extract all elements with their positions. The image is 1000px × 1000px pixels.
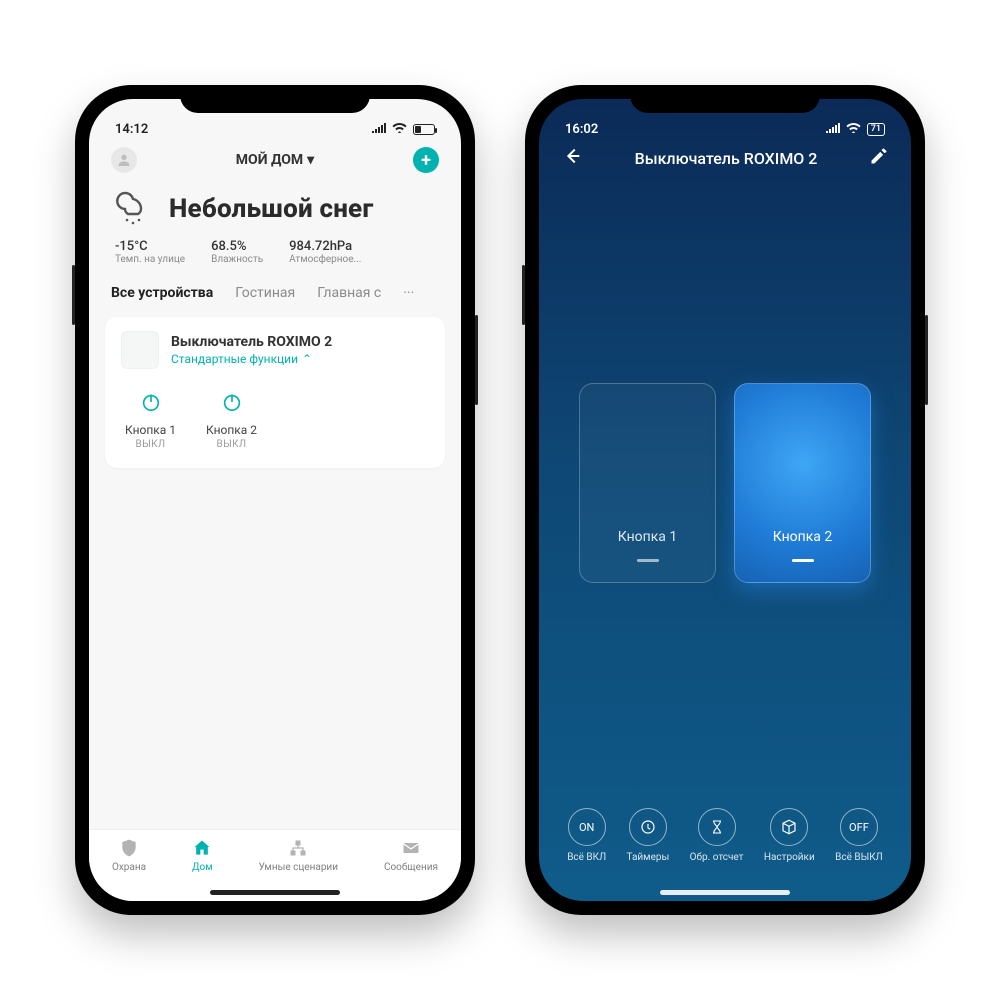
switch-indicator [792,559,814,562]
edit-button[interactable] [869,146,889,170]
switch-button-2-label: Кнопка 2 [773,529,833,545]
wifi-icon [392,122,407,137]
screen-home: 14:12 МОЙ ДОМ ▾ [89,99,461,901]
home-selector[interactable]: МОЙ ДОМ ▾ [236,152,314,168]
weather-snow-icon [111,187,155,231]
add-device-button[interactable]: + [413,147,439,173]
nav-security-label: Охрана [112,862,146,873]
switch-button-1-label: Кнопка 1 [618,529,678,545]
tabs-more[interactable]: ··· [403,285,414,301]
off-icon: OFF [840,808,878,846]
weather-humidity: 68.5% Влажность [211,239,263,265]
weather-temp: -15°C Темп. на улице [115,239,185,265]
action-countdown[interactable]: Обр. отсчет [690,808,744,863]
phone-right: 16:02 71 Выключатель ROXIM [525,85,925,915]
action-timers-label: Таймеры [627,852,670,863]
shield-icon [119,838,139,858]
action-all-off-label: Всё ВЫКЛ [835,852,883,863]
switch-button-1[interactable]: Кнопка 1 [579,383,716,583]
device-button-1-state: ВЫКЛ [125,439,176,450]
nav-home[interactable]: Дом [192,838,213,873]
notch [630,85,820,113]
switch-indicator [637,559,659,562]
tab-all-devices[interactable]: Все устройства [111,285,213,301]
appbar: МОЙ ДОМ ▾ + [89,139,461,177]
weather-temp-label: Темп. на улице [115,254,185,265]
battery-text: 71 [871,124,881,134]
weather-title: Небольшой снег [169,194,373,224]
action-countdown-label: Обр. отсчет [690,852,744,863]
device-card[interactable]: Выключатель ROXIMO 2 Стандартные функции… [105,317,445,468]
hourglass-icon [698,808,736,846]
weather-temp-value: -15°C [115,239,185,254]
profile-avatar[interactable] [111,147,137,173]
battery-icon: 71 [867,123,885,136]
power-icon [206,391,257,417]
nav-messages-label: Сообщения [384,862,438,873]
phone-left: 14:12 МОЙ ДОМ ▾ [75,85,475,915]
weather-pressure-label: Атмосферное... [289,254,361,265]
device-functions-toggle[interactable]: Стандартные функции ⌃ [171,352,332,366]
home-indicator[interactable] [660,890,790,895]
weather-humidity-label: Влажность [211,254,263,265]
action-all-on-label: Всё ВКЛ [567,852,606,863]
arrow-left-icon [561,145,583,167]
action-settings-label: Настройки [764,852,815,863]
device-button-1[interactable]: Кнопка 1 ВЫКЛ [125,391,176,450]
device-button-1-label: Кнопка 1 [125,423,176,437]
home-indicator[interactable] [210,890,340,895]
weather-humidity-value: 68.5% [211,239,263,254]
wifi-icon [846,122,861,137]
notch [180,85,370,113]
signal-icon [372,122,386,137]
action-settings[interactable]: Настройки [764,808,815,863]
switch-area: Кнопка 1 Кнопка 2 [539,383,911,583]
action-all-on[interactable]: ON Всё ВКЛ [567,808,606,863]
device-sub-label: Стандартные функции [171,352,298,366]
pencil-icon [869,146,889,166]
weather-widget[interactable]: Небольшой снег -15°C Темп. на улице 68.5… [89,177,461,277]
status-time: 14:12 [115,122,148,137]
on-icon: ON [568,808,606,846]
status-time: 16:02 [565,122,598,137]
device-bottom-bar: ON Всё ВКЛ Таймеры Обр. отсчет [539,808,911,863]
signal-icon [826,122,840,137]
chevron-down-icon: ▾ [307,152,314,168]
weather-pressure: 984.72hPa Атмосферное... [289,239,361,265]
switch-button-2[interactable]: Кнопка 2 [734,383,871,583]
plus-icon: + [421,150,431,171]
person-icon [116,152,132,168]
weather-pressure-value: 984.72hPa [289,239,361,254]
device-button-2-label: Кнопка 2 [206,423,257,437]
battery-icon [413,124,435,135]
cube-icon [770,808,808,846]
home-selector-label: МОЙ ДОМ [236,152,303,168]
device-thumbnail [121,331,159,369]
tab-main[interactable]: Главная с [317,285,381,301]
clock-icon [629,808,667,846]
action-all-off[interactable]: OFF Всё ВЫКЛ [835,808,883,863]
nav-messages[interactable]: Сообщения [384,838,438,873]
nav-scenarios[interactable]: Умные сценарии [259,838,338,873]
device-button-2-state: ВЫКЛ [206,439,257,450]
device-appbar: Выключатель ROXIMO 2 [539,139,911,173]
device-name: Выключатель ROXIMO 2 [171,334,332,350]
scenarios-icon [288,838,308,858]
screen-device-control: 16:02 71 Выключатель ROXIM [539,99,911,901]
device-page-title: Выключатель ROXIMO 2 [635,149,818,168]
device-button-2[interactable]: Кнопка 2 ВЫКЛ [206,391,257,450]
chevron-up-icon: ⌃ [302,352,312,366]
nav-security[interactable]: Охрана [112,838,146,873]
back-button[interactable] [561,145,583,171]
power-icon [125,391,176,417]
rooms-tabs: Все устройства Гостиная Главная с ··· [89,277,461,313]
tab-living-room[interactable]: Гостиная [235,285,295,301]
action-timers[interactable]: Таймеры [627,808,670,863]
home-icon [192,838,212,858]
nav-home-label: Дом [192,862,213,873]
nav-scenarios-label: Умные сценарии [259,862,338,873]
envelope-icon [401,838,421,858]
